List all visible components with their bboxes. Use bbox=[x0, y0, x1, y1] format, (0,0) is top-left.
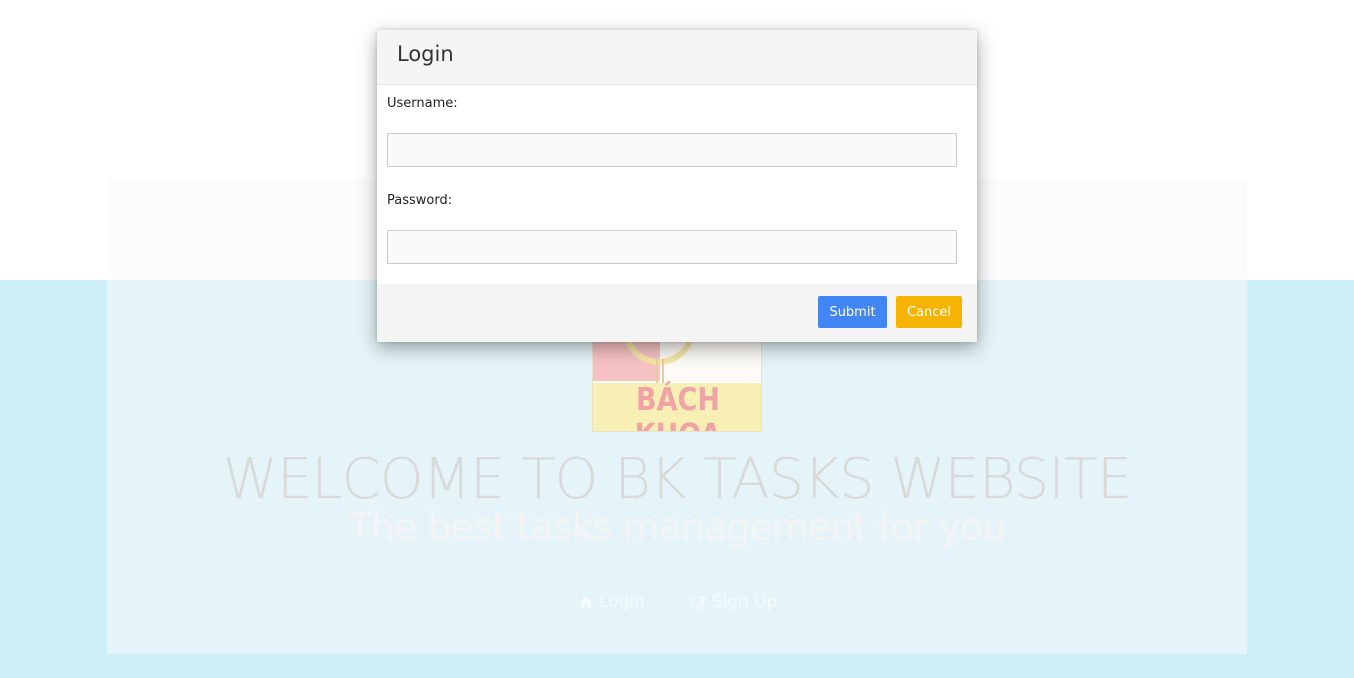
hero-subtitle: The best tasks management for you bbox=[348, 505, 1007, 549]
hero-login-button[interactable]: Login bbox=[566, 580, 657, 624]
logo-text: BÁCH KHOA bbox=[635, 382, 722, 431]
password-label: Password: bbox=[387, 193, 453, 208]
home-icon bbox=[579, 596, 594, 608]
edit-icon bbox=[690, 596, 707, 609]
submit-button[interactable]: Submit bbox=[818, 296, 887, 328]
cancel-button[interactable]: Cancel bbox=[896, 296, 962, 328]
username-label: Username: bbox=[387, 96, 458, 111]
hero-signup-label: Sign Up bbox=[711, 592, 778, 612]
modal-footer: Submit Cancel bbox=[377, 284, 977, 342]
modal-title: Login bbox=[397, 42, 454, 66]
password-input[interactable] bbox=[387, 230, 957, 264]
login-modal: Login Username: Password: Submit Cancel bbox=[377, 30, 977, 342]
hero-login-label: Login bbox=[599, 592, 645, 612]
hero-signup-button[interactable]: Sign Up bbox=[680, 580, 788, 624]
hero-title: WELCOME TO BK TASKS WEBSITE bbox=[222, 447, 1133, 512]
username-input[interactable] bbox=[387, 133, 957, 167]
modal-header: Login bbox=[377, 30, 977, 85]
